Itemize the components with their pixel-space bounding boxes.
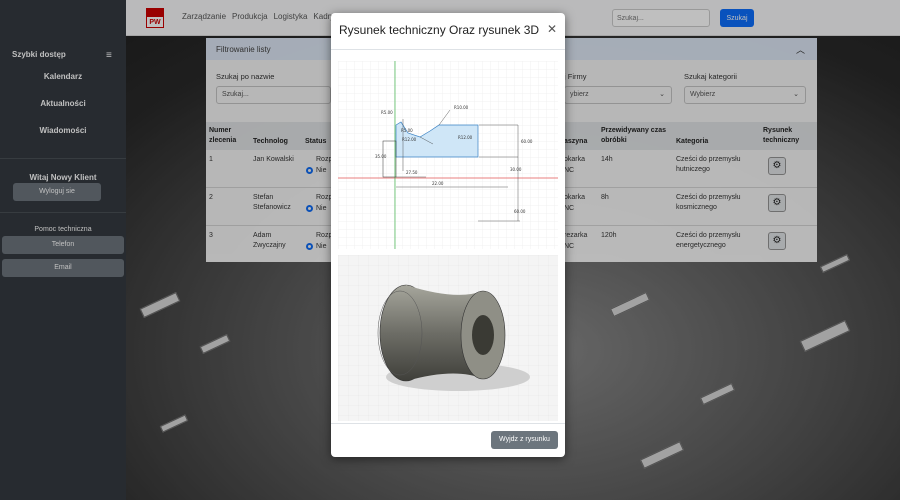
modal-title: Rysunek techniczny Oraz rysunek 3D: [339, 23, 540, 37]
dim-label: R12.00: [458, 135, 473, 140]
dim-label: 35.00: [375, 154, 387, 159]
dim-label: 60.00: [521, 139, 533, 144]
dim-label: 60.00: [514, 209, 526, 214]
dim-label: R10.00: [454, 105, 469, 110]
close-icon[interactable]: ✕: [547, 22, 557, 36]
dim-label: R5.00: [401, 128, 413, 133]
drawing-modal: Rysunek techniczny Oraz rysunek 3D ✕ R5.…: [331, 13, 565, 457]
dim-label: 27.50: [406, 170, 418, 175]
dim-label: R12.00: [402, 137, 417, 142]
drawing-3d-render: [338, 255, 558, 421]
technical-drawing-2d: R5.00 R5.00 R12.00 R12.00 R10.00 60.00 3…: [338, 61, 558, 249]
dim-label: 30.00: [510, 167, 522, 172]
modal-divider: [331, 423, 565, 424]
dim-label: R5.00: [381, 110, 393, 115]
modal-divider: [331, 49, 565, 50]
dim-label: 22.00: [432, 181, 444, 186]
exit-drawing-button[interactable]: Wyjdz z rysunku: [491, 431, 558, 449]
